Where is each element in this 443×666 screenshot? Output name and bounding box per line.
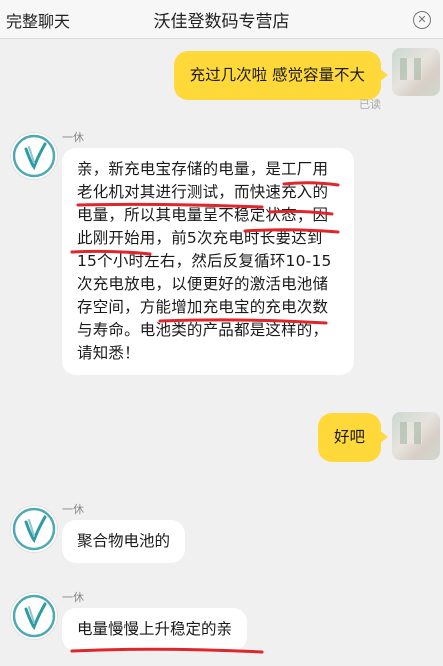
read-status: 已读	[359, 98, 381, 111]
agent-avatar[interactable]	[10, 592, 58, 640]
page-title: 沃佳登数码专营店	[153, 12, 290, 32]
message-text: 充过几次啦 感觉容量不大	[189, 66, 365, 84]
agent-avatar[interactable]	[10, 132, 58, 180]
message-bubble-user: 充过几次啦 感觉容量不大	[173, 51, 389, 100]
leaf-logo-icon	[12, 594, 56, 638]
sender-name: 一休	[62, 131, 84, 144]
user-avatar[interactable]	[392, 412, 440, 460]
agent-avatar[interactable]	[10, 505, 58, 553]
leaf-logo-icon	[12, 134, 56, 178]
leaf-logo-icon	[12, 507, 56, 551]
message-bubble-agent: 亲，新充电宝存储的电量，是工厂用老化机对其进行测试，而快速充入的电量，所以其电量…	[62, 148, 354, 375]
message-bubble-agent: 电量慢慢上升稳定的亲	[62, 608, 248, 651]
user-avatar[interactable]	[392, 48, 440, 96]
message-bubble-user: 好吧	[317, 413, 389, 462]
close-icon[interactable]: ✕	[413, 11, 431, 29]
message-text: 聚合物电池的	[77, 532, 171, 550]
sender-name: 一休	[62, 591, 84, 604]
message-text: 亲，新充电宝存储的电量，是工厂用老化机对其进行测试，而快速充入的电量，所以其电量…	[77, 160, 332, 362]
top-bar: 完整聊天 沃佳登数码专营店 ✕	[0, 0, 443, 39]
message-bubble-agent: 聚合物电池的	[62, 520, 186, 563]
message-text: 好吧	[333, 428, 365, 446]
sender-name: 一休	[62, 503, 84, 516]
message-text: 电量慢慢上升稳定的亲	[77, 620, 233, 638]
